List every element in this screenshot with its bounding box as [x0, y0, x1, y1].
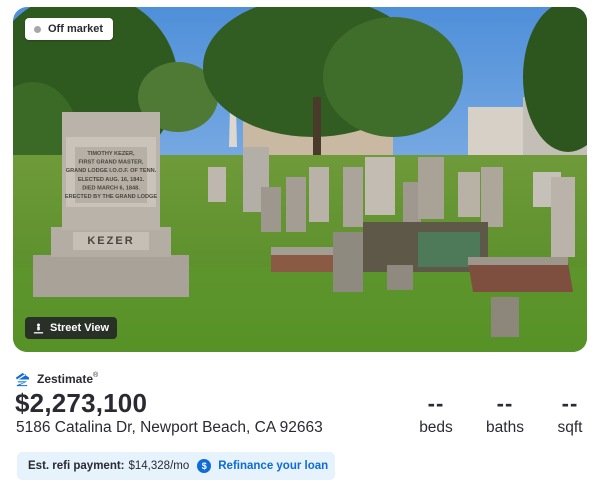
monument-name-text: KEZER	[87, 235, 134, 247]
registered-mark: ®	[93, 372, 99, 379]
monument-inscription-line: FIRST GRAND MASTER,	[79, 160, 144, 166]
monument-inscription-line: GRAND LODGE I.O.O.F. OF TENN.	[66, 168, 157, 174]
street-view-button[interactable]: Street View	[25, 317, 118, 339]
baths-label: baths	[486, 419, 524, 436]
stat-beds: -- beds	[418, 393, 454, 437]
stat-sqft: -- sqft	[555, 393, 585, 437]
zestimate-label: Zestimate	[37, 372, 94, 386]
sqft-value: --	[561, 391, 579, 416]
property-address[interactable]: 5186 Catalina Dr, Newport Beach, CA 9266…	[16, 419, 323, 437]
beds-value: --	[427, 391, 445, 416]
off-market-label: Off market	[48, 23, 104, 35]
sqft-label: sqft	[557, 419, 583, 436]
zestimate-value: $2,273,100	[15, 388, 148, 418]
off-market-badge: Off market	[25, 18, 114, 40]
monument-inscription-line: DIED MARCH 6, 1848.	[82, 185, 140, 191]
street-view-label: Street View	[50, 322, 110, 334]
zestimate-label-row: Zestimate®	[15, 371, 98, 387]
monument-inscription-line: ERECTED BY THE GRAND LODGE	[65, 194, 157, 200]
refi-payment-amount: $14,328/mo	[128, 460, 190, 472]
monument-inscription-line: ELECTED AUG. 16, 1841.	[78, 177, 145, 183]
dollar-circle-icon: $	[197, 459, 212, 473]
status-dot-icon	[34, 25, 41, 33]
refinance-link[interactable]: Refinance your loan	[218, 460, 328, 472]
monument-inscription-line: TIMOTHY KEZER,	[87, 151, 135, 157]
baths-value: --	[496, 391, 514, 416]
refi-payment-label: Est. refi payment:	[28, 460, 125, 472]
beds-label: beds	[419, 419, 453, 436]
stat-baths: -- baths	[484, 393, 526, 437]
property-photo[interactable]: KEZER TIMOTHY KEZER, FIRST GRAND MASTER, G…	[13, 7, 587, 352]
cemetery-photo-image: KEZER TIMOTHY KEZER, FIRST GRAND MASTER, G…	[13, 7, 587, 352]
zillow-logo-icon	[15, 372, 30, 386]
refi-payment-bar: Est. refi payment: $14,328/mo $ Refinanc…	[17, 452, 335, 480]
street-view-icon	[33, 323, 44, 333]
